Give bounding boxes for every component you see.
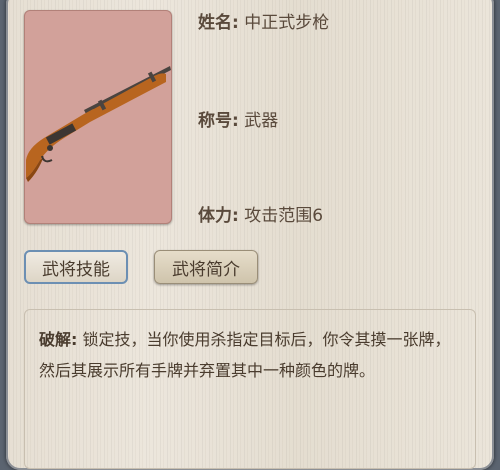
- hp-value: 攻击范围6: [244, 206, 324, 226]
- name-value: 中正式步枪: [244, 13, 330, 33]
- tab-skills[interactable]: 武将技能: [24, 250, 128, 284]
- tab-intro[interactable]: 武将简介: [154, 250, 258, 284]
- skill-text: 锁定技，当你使用杀指定目标后，你令其摸一张牌，然后其展示所有手牌并弃置其中一种颜…: [39, 330, 451, 380]
- hp-label: 体力:: [198, 206, 239, 226]
- title-row: 称号: 武器: [198, 106, 278, 131]
- title-label: 称号:: [198, 111, 239, 131]
- skill-name: 破解:: [39, 330, 78, 349]
- hp-row: 体力: 攻击范围6: [198, 201, 323, 226]
- title-value: 武器: [244, 111, 279, 131]
- general-portrait: [24, 10, 172, 224]
- skill-description-box: 破解: 锁定技，当你使用杀指定目标后，你令其摸一张牌，然后其展示所有手牌并弃置其…: [24, 309, 476, 469]
- name-label: 姓名:: [198, 13, 239, 33]
- name-row: 姓名: 中正式步枪: [198, 8, 329, 33]
- rifle-image: [26, 66, 171, 182]
